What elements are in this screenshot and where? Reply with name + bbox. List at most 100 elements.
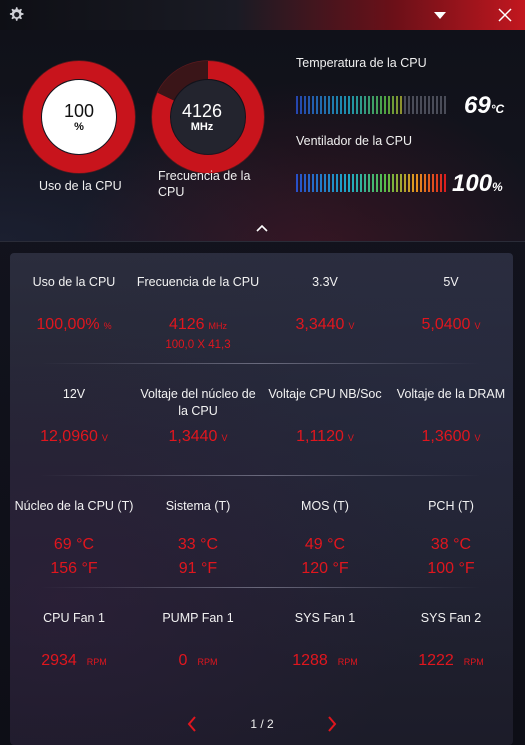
bar-segment xyxy=(308,174,310,192)
cpu-usage-value: 100 xyxy=(63,101,95,121)
bar-segment xyxy=(356,96,358,114)
bar-segment xyxy=(352,96,354,114)
sensor-label: CPU Fan 1 xyxy=(43,611,105,625)
sensor-label: PUMP Fan 1 xyxy=(162,611,234,625)
bar-segment xyxy=(440,174,442,192)
bar-segment xyxy=(432,174,434,192)
bar-segment xyxy=(444,96,446,114)
sensor-value-number: 12,0960 xyxy=(40,428,98,445)
cpu-fan-readout: 100% xyxy=(452,170,503,198)
bar-segment xyxy=(332,174,334,192)
sensor-value: 4126 MHz xyxy=(134,315,262,336)
sensor-value-celsius: 33 °C xyxy=(177,536,219,553)
bar-segment xyxy=(316,96,318,114)
sensor-value-number: 4126 xyxy=(168,316,205,333)
bar-segment xyxy=(436,174,438,192)
bar-segment xyxy=(300,174,302,192)
bar-segment xyxy=(380,174,382,192)
sensor-value-number: 1222 xyxy=(418,652,454,669)
sensor-label: Voltaje del núcleo de la CPU xyxy=(140,387,256,418)
bar-segment xyxy=(400,174,402,192)
cpu-temp-value: 69 xyxy=(464,92,491,119)
sensor-value-unit: V xyxy=(101,433,108,443)
chevron-up-icon[interactable] xyxy=(254,222,270,234)
sensor-value-celsius: 38 °C xyxy=(430,536,472,553)
bar-segment xyxy=(420,174,422,192)
bar-segment xyxy=(300,96,302,114)
bar-segment xyxy=(296,174,298,192)
bar-segment xyxy=(404,96,406,114)
bar-segment xyxy=(428,174,430,192)
bar-segment xyxy=(372,96,374,114)
sensor-label: Núcleo de la CPU (T) xyxy=(14,499,134,513)
bar-segment xyxy=(324,96,326,114)
bar-segment xyxy=(428,96,430,114)
cpu-temp-title: Temperatura de la CPU xyxy=(296,56,427,70)
sensor-value-unit: % xyxy=(103,321,112,331)
chevron-left-icon[interactable] xyxy=(186,715,198,733)
sensor-label: MOS (T) xyxy=(301,499,349,513)
bar-segment xyxy=(396,174,398,192)
title-bar xyxy=(0,0,525,30)
row-divider xyxy=(40,475,480,476)
sensor-label: Voltaje de la DRAM xyxy=(396,387,506,401)
triangle-down-icon[interactable] xyxy=(432,8,448,22)
bar-segment xyxy=(396,96,398,114)
sensor-label: 5V xyxy=(443,275,459,289)
sensor-label: 12V xyxy=(62,387,86,401)
sensor-value: 1,1120 V xyxy=(261,427,389,448)
sensor-value-fahrenheit: 91 °F xyxy=(178,560,218,577)
sensor-value-unit: V xyxy=(474,321,481,331)
cpu-usage-unit: % xyxy=(74,121,84,133)
bar-segment xyxy=(312,96,314,114)
close-icon[interactable] xyxy=(496,6,514,24)
sensor-label: SYS Fan 2 xyxy=(420,611,482,625)
sensor-value-unit: V xyxy=(347,433,354,443)
bar-segment xyxy=(384,96,386,114)
bar-segment xyxy=(372,174,374,192)
bar-segment xyxy=(340,96,342,114)
bar-segment xyxy=(356,174,358,192)
sensor-value-number: 100,00% xyxy=(36,316,100,333)
page-navigator: 1 / 2 xyxy=(0,715,525,735)
bar-segment xyxy=(376,174,378,192)
gear-icon[interactable] xyxy=(6,5,26,25)
bar-segment xyxy=(444,174,446,192)
sensor-value: 1,3600 V xyxy=(387,427,515,448)
bar-segment xyxy=(360,96,362,114)
sensor-value: 5,0400 V xyxy=(387,315,515,336)
sensor-value-fahrenheit: 156 °F xyxy=(50,560,98,577)
cpu-temp-bar-meter xyxy=(296,96,448,114)
sensor-value: 2934 RPM xyxy=(10,651,138,672)
summary-header: 100 % Uso de la CPU 4126 MHz Frecuencia … xyxy=(0,30,525,242)
chevron-right-icon[interactable] xyxy=(326,715,338,733)
sensor-value-fahrenheit: 100 °F xyxy=(427,560,475,577)
bar-segment xyxy=(348,174,350,192)
bar-segment xyxy=(440,96,442,114)
sensor-value: 3,3440 V xyxy=(261,315,389,336)
bar-segment xyxy=(336,96,338,114)
sensor-value-unit: RPM xyxy=(86,657,107,667)
bar-segment xyxy=(388,174,390,192)
sensor-value-unit: RPM xyxy=(463,657,484,667)
bar-segment xyxy=(312,174,314,192)
bar-segment xyxy=(364,174,366,192)
bar-segment xyxy=(384,174,386,192)
sensor-value: 0 RPM xyxy=(134,651,262,672)
bar-segment xyxy=(368,174,370,192)
ai-suite-monitor-window: 100 % Uso de la CPU 4126 MHz Frecuencia … xyxy=(0,0,525,745)
cpu-fan-title: Ventilador de la CPU xyxy=(296,134,413,148)
bar-segment xyxy=(392,96,394,114)
cpu-temp-readout: 69°C xyxy=(464,92,504,120)
sensor-value-unit: V xyxy=(474,433,481,443)
sensor-label: Sistema (T) xyxy=(165,499,231,513)
sensor-value-unit: RPM xyxy=(337,657,358,667)
sensor-sub-value: 100,0 X 41,3 xyxy=(165,339,231,351)
cpu-fan-unit: % xyxy=(492,180,503,194)
bar-segment xyxy=(364,96,366,114)
cpu-fan-value: 100 xyxy=(452,170,493,197)
bar-segment xyxy=(424,174,426,192)
sensor-value: 12,0960 V xyxy=(10,427,138,448)
bar-segment xyxy=(408,96,410,114)
sensor-label: Frecuencia de la CPU xyxy=(136,275,260,289)
